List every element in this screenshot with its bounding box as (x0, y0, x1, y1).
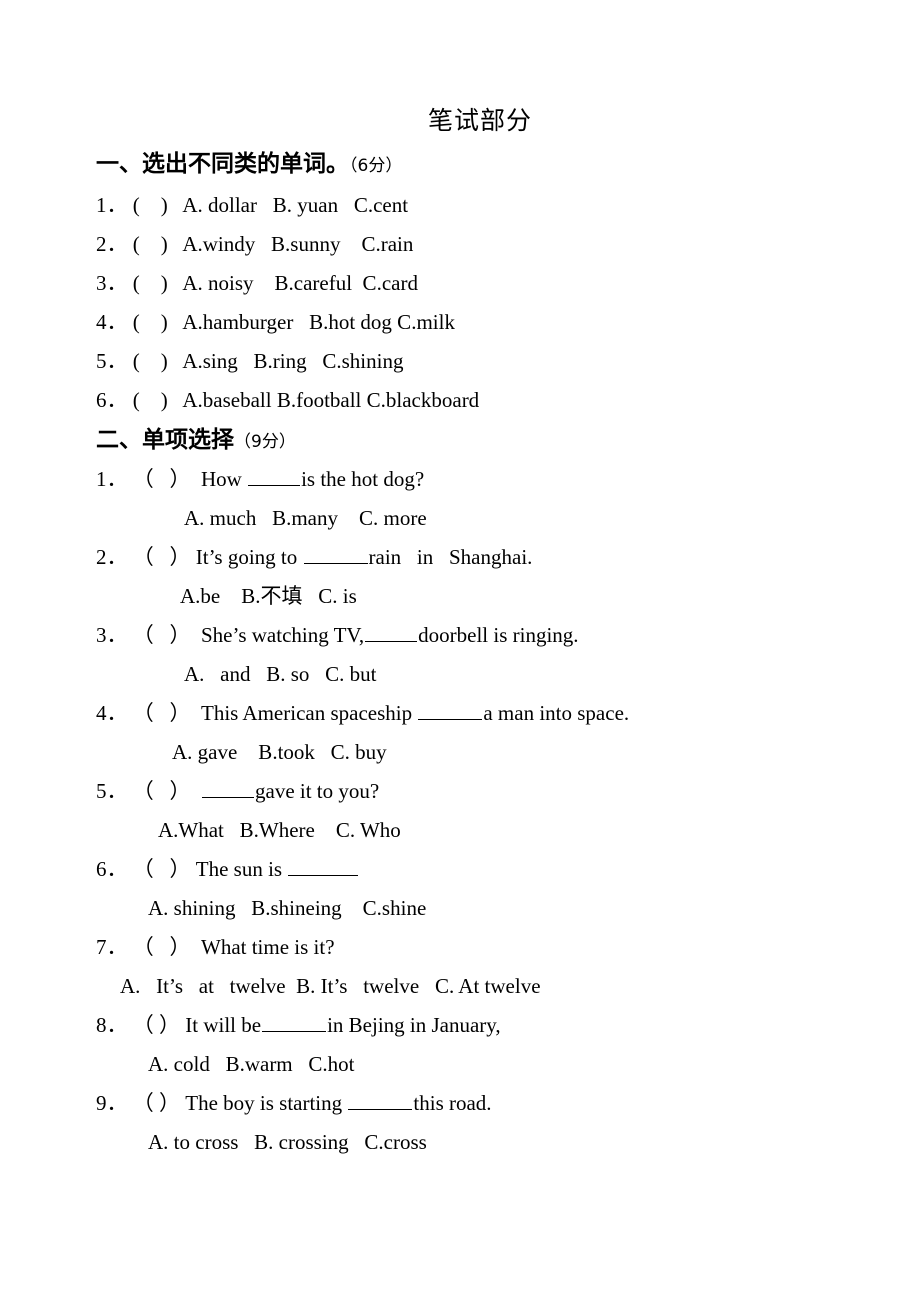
section-2-number: 二、 (96, 427, 142, 453)
s2-q7-stem-before: What time is it? (190, 935, 335, 959)
s2-q6-number: 6． (96, 857, 128, 881)
s2-q2-number: 2． (96, 545, 128, 569)
s2-q2-stem-before: It’s going to (190, 545, 303, 569)
s2-q7-number: 7． (96, 935, 128, 959)
s2-q3-stem-before: She’s watching TV, (190, 623, 365, 647)
s1-question-6: 6． ( ) A.baseball B.football C.blackboar… (96, 385, 479, 415)
s1-q1-number: 1． (96, 193, 128, 217)
s2-question-6: 6． （ ） The sun is (96, 854, 359, 884)
s2-q8-answer-bracket[interactable]: （ ） (133, 1013, 180, 1037)
s1-q5-choices: A.sing B.ring C.shining (182, 349, 404, 373)
s2-q2-blank[interactable] (303, 546, 368, 564)
s2-q3-answer-bracket[interactable]: （ ） (133, 623, 191, 647)
s2-q2-answer-bracket[interactable]: （ ） (133, 545, 191, 569)
section-1-number: 一、 (96, 151, 142, 177)
s2-q6-options: A. shining B.shineing C.shine (148, 896, 427, 920)
s2-q4-stem-after: a man into space. (483, 701, 630, 725)
s2-q7-answer-bracket[interactable]: （ ） (133, 935, 191, 959)
worksheet-page: 笔试部分 一、选出不同类的单词。（6分） 1． ( ) A. dollar B.… (0, 0, 920, 1300)
s1-q2-choices: A.windy B.sunny C.rain (182, 232, 414, 256)
section-2-points: （9分） (234, 432, 296, 452)
section-1-title: 选出不同类的单词。 (142, 151, 349, 177)
s2-q8-blank[interactable] (262, 1014, 327, 1032)
s2-q9-stem-after: this road. (413, 1091, 492, 1115)
s2-q4-answer-bracket[interactable]: （ ） (133, 701, 191, 725)
s1-question-1: 1． ( ) A. dollar B. yuan C.cent (96, 190, 408, 220)
s2-q9-options: A. to cross B. crossing C.cross (148, 1130, 427, 1154)
s2-q1-answer-bracket[interactable]: （ ） (133, 467, 191, 491)
s1-q4-number: 4． (96, 310, 128, 334)
s1-q3-choices: A. noisy B.careful C.card (182, 271, 418, 295)
s2-q4-options: A. gave B.took C. buy (172, 740, 387, 764)
s2-q8-stem-after: in Bejing in January, (327, 1013, 501, 1037)
s2-q5-number: 5． (96, 779, 128, 803)
s1-q2-answer-bracket[interactable]: ( ) (133, 232, 168, 256)
s2-question-9: 9． （ ） The boy is starting this road. (96, 1088, 492, 1118)
s2-q8-number: 8． (96, 1013, 128, 1037)
s2-q5-options: A.What B.Where C. Who (158, 818, 401, 842)
s2-q9-stem-before: The boy is starting (180, 1091, 348, 1115)
s2-q2-options: A.be B.不填 C. is (180, 584, 357, 608)
section-1-heading: 一、选出不同类的单词。（6分） (96, 148, 402, 182)
s2-q6-answer-bracket[interactable]: （ ） (133, 857, 191, 881)
s2-question-4: 4． （ ） This American spaceship a man int… (96, 698, 629, 728)
s1-q4-choices: A.hamburger B.hot dog C.milk (182, 310, 455, 334)
s2-q5-stem-before (191, 779, 202, 803)
s2-q4-blank[interactable] (418, 702, 483, 720)
s2-q3-options: A. and B. so C. but (184, 662, 377, 686)
s1-q6-number: 6． (96, 388, 128, 412)
s2-q1-number: 1． (96, 467, 128, 491)
section-2-heading: 二、单项选择（9分） (96, 424, 296, 458)
s2-q1-stem-before: How (190, 467, 248, 491)
s1-q1-choices: A. dollar B. yuan C.cent (182, 193, 409, 217)
s1-q2-number: 2． (96, 232, 128, 256)
s1-question-5: 5． ( ) A.sing B.ring C.shining (96, 346, 403, 376)
s2-q6-stem-before: The sun is (190, 857, 288, 881)
s2-question-3: 3． （ ） She’s watching TV, doorbell is rin… (96, 620, 579, 650)
s1-question-3: 3． ( ) A. noisy B.careful C.card (96, 268, 418, 298)
s2-q5-answer-bracket[interactable]: （ ） (133, 779, 191, 803)
s2-q1-options: A. much B.many C. more (184, 506, 427, 530)
section-2-title: 单项选择 (142, 427, 234, 453)
s2-question-1: 1． （ ） How is the hot dog? (96, 464, 424, 494)
s1-q5-number: 5． (96, 349, 128, 373)
s1-q3-answer-bracket[interactable]: ( ) (133, 271, 168, 295)
s1-question-4: 4． ( ) A.hamburger B.hot dog C.milk (96, 307, 455, 337)
s2-q2-stem-after: rain in Shanghai. (368, 545, 533, 569)
s2-question-5: 5． （ ） gave it to you? (96, 776, 379, 806)
s1-q4-answer-bracket[interactable]: ( ) (133, 310, 168, 334)
s2-q8-stem-before: It will be (180, 1013, 262, 1037)
s2-q6-blank[interactable] (288, 858, 359, 876)
s2-q1-blank[interactable] (248, 468, 301, 486)
s1-q1-answer-bracket[interactable]: ( ) (133, 193, 168, 217)
s2-q9-blank[interactable] (348, 1092, 413, 1110)
s1-q3-number: 3． (96, 271, 128, 295)
s2-q3-stem-after: doorbell is ringing. (418, 623, 579, 647)
s2-q9-answer-bracket[interactable]: （ ） (133, 1091, 180, 1115)
s2-question-8: 8． （ ） It will be in Bejing in January, (96, 1010, 501, 1040)
s1-q6-answer-bracket[interactable]: ( ) (133, 388, 168, 412)
s2-q3-number: 3． (96, 623, 128, 647)
s2-q4-number: 4． (96, 701, 128, 725)
s2-q4-stem-before: This American spaceship (190, 701, 418, 725)
s2-q7-options: A. It’s at twelve B. It’s twelve C. At t… (120, 974, 541, 998)
s1-q6-choices: A.baseball B.football C.blackboard (182, 388, 480, 412)
s2-q9-number: 9． (96, 1091, 128, 1115)
s2-question-7: 7． （ ） What time is it? (96, 932, 335, 962)
section-1-points: （6分） (349, 156, 403, 176)
s2-q5-blank[interactable] (202, 780, 254, 798)
s2-q3-blank[interactable] (365, 624, 418, 642)
s2-q1-stem-after: is the hot dog? (301, 467, 425, 491)
page-title: 笔试部分 (427, 106, 532, 135)
s1-question-2: 2． ( ) A.windy B.sunny C.rain (96, 229, 413, 259)
s2-q8-options: A. cold B.warm C.hot (148, 1052, 355, 1076)
s2-question-2: 2． （ ） It’s going to rain in Shanghai. (96, 542, 532, 572)
s1-q5-answer-bracket[interactable]: ( ) (133, 349, 168, 373)
s2-q5-stem-after: gave it to you? (255, 779, 380, 803)
